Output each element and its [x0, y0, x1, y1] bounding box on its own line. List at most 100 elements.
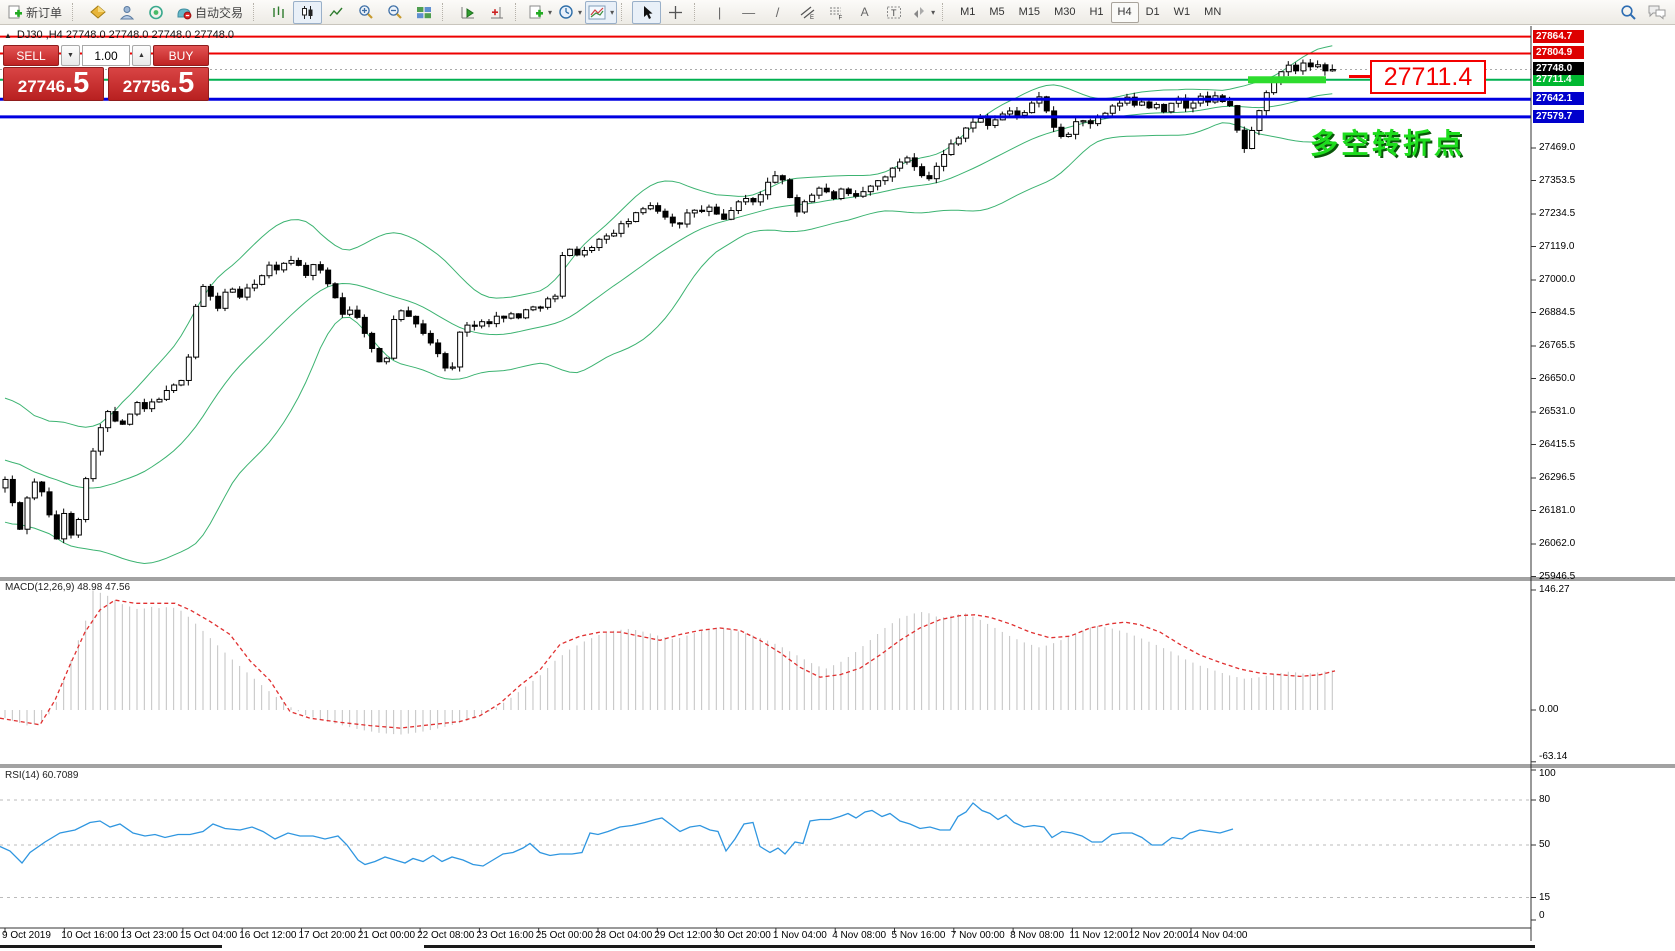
candle-bear	[207, 285, 214, 297]
candle-bull	[772, 175, 779, 183]
candle-bull	[897, 161, 904, 169]
candle-bull	[2, 478, 9, 489]
axis-tick-label: 27000.0	[1539, 274, 1576, 285]
time-tick-label: 7 Nov 00:00	[950, 930, 1005, 941]
axis-tick-label: 15	[1539, 891, 1551, 903]
candle-bull	[735, 201, 742, 212]
candle-bull	[83, 478, 90, 521]
candle-bear	[926, 175, 933, 180]
candle-bull	[552, 295, 559, 300]
buy-price-main: 27756	[122, 77, 171, 96]
candle-bull	[611, 232, 618, 237]
mt4-terminal: 新订单 自动交易 ▾ ▾ ▾ | — / E F A T ▾ M1 M5 M15…	[0, 0, 1675, 951]
candle-bull	[1329, 68, 1336, 72]
candle-bull	[127, 413, 134, 425]
axis-tick-label: 27119.0	[1539, 240, 1575, 252]
time-tick-label: 21 Oct 00:00	[357, 930, 416, 941]
axis-tick-label: 26296.5	[1539, 472, 1576, 483]
volume-input[interactable]: 1.00	[82, 45, 130, 66]
candle-bear	[53, 514, 60, 540]
candle-bull	[1168, 102, 1175, 113]
candle-bull	[1249, 129, 1256, 150]
candle-bear	[471, 324, 478, 327]
axis-tick-label: 146.27	[1539, 583, 1570, 595]
axis-tick-label: 26181.0	[1539, 504, 1576, 516]
candle-bull	[281, 262, 288, 271]
turning-point-annotation[interactable]: 多空转折点	[1310, 122, 1465, 162]
candle-bull	[1263, 92, 1270, 112]
candle-bear	[420, 323, 427, 334]
time-tick-label: 23 Oct 16:00	[476, 930, 534, 941]
candle-bear	[823, 187, 830, 193]
candle-bull	[251, 283, 258, 289]
sell-price-button[interactable]: 27746.5	[3, 67, 104, 101]
candle-bull	[882, 176, 889, 182]
candle-bear	[17, 502, 24, 530]
candle-bull	[163, 390, 170, 400]
candle-bull	[765, 181, 772, 196]
candle-bear	[1087, 120, 1094, 125]
macd-panel	[0, 590, 1336, 735]
candle-bull	[838, 188, 845, 200]
buy-price-button[interactable]: 27756.5	[108, 67, 209, 101]
volume-decrease-button[interactable]: ▼	[61, 45, 80, 66]
time-tick-label: 9 Oct 2019	[2, 930, 51, 941]
candle-bear	[376, 347, 383, 363]
candle-bear	[303, 264, 310, 276]
time-tick-label: 11 Nov 12:00	[1069, 930, 1129, 941]
axis-tick-label: 27234.5	[1539, 208, 1576, 219]
candle-bull	[904, 157, 911, 163]
candle-bear	[1051, 110, 1058, 128]
sell-button[interactable]: SELL	[3, 45, 59, 66]
candle-bull	[816, 187, 823, 196]
candle-bull	[640, 208, 647, 214]
sell-price-main: 27746	[17, 77, 66, 96]
candle-bull	[193, 305, 200, 358]
candle-bull	[963, 127, 970, 139]
candle-bear	[413, 315, 420, 325]
time-tick-label: 25 Oct 00:00	[535, 930, 593, 941]
time-tick-label: 1 Nov 04:00	[772, 930, 827, 941]
axis-tick-label: 26884.5	[1539, 306, 1576, 318]
candle-bear	[68, 512, 75, 536]
time-tick-label: 14 Nov 04:00	[1188, 930, 1248, 941]
candle-bull	[1095, 116, 1102, 125]
candle-bear	[354, 309, 361, 318]
rsi-label: RSI(14) 60.7089	[5, 770, 79, 781]
candle-bull	[1065, 133, 1072, 138]
buy-button[interactable]: BUY	[153, 45, 209, 66]
price-chip: 27864.7	[1533, 29, 1584, 43]
axis-tick-label: 27469.0	[1539, 142, 1576, 153]
candle-bull	[90, 450, 97, 480]
candle-bear	[435, 342, 442, 355]
candle-bear	[273, 264, 280, 271]
candle-bull	[948, 143, 955, 156]
candle-bear	[405, 310, 412, 317]
candle-bear	[1014, 110, 1021, 116]
candle-bear	[369, 332, 376, 349]
sell-price-pip: .5	[65, 67, 90, 99]
symbol-ohlc-overlay: ▲ DJ30 ,H4 27748.0 27748.0 27748.0 27748.…	[4, 29, 234, 41]
candle-bull	[508, 313, 515, 319]
candle-bull	[706, 206, 713, 212]
candle-bear	[985, 118, 992, 126]
candle-bull	[479, 321, 486, 327]
time-tick-label: 12 Nov 20:00	[1128, 930, 1189, 941]
candle-bear	[853, 193, 860, 197]
price-annotation-box[interactable]: 27711.4	[1370, 60, 1486, 94]
candle-bear	[787, 179, 794, 199]
candle-bull	[589, 247, 596, 252]
candle-bull	[977, 118, 984, 123]
time-tick-label: 16 Oct 12:00	[239, 930, 297, 941]
candle-bull	[75, 519, 82, 536]
candle-bull	[347, 309, 354, 315]
volume-increase-button[interactable]: ▲	[132, 45, 151, 66]
chart-shift-marker-icon[interactable]: ▲	[4, 31, 12, 40]
candle-bull	[581, 250, 588, 256]
axis-tick-label: 26650.0	[1539, 372, 1576, 384]
candle-bull	[596, 238, 603, 249]
price-chip: 27642.1	[1533, 92, 1584, 106]
candle-bull	[178, 379, 185, 386]
candle-bear	[501, 315, 508, 319]
candles-layer	[2, 58, 1336, 544]
